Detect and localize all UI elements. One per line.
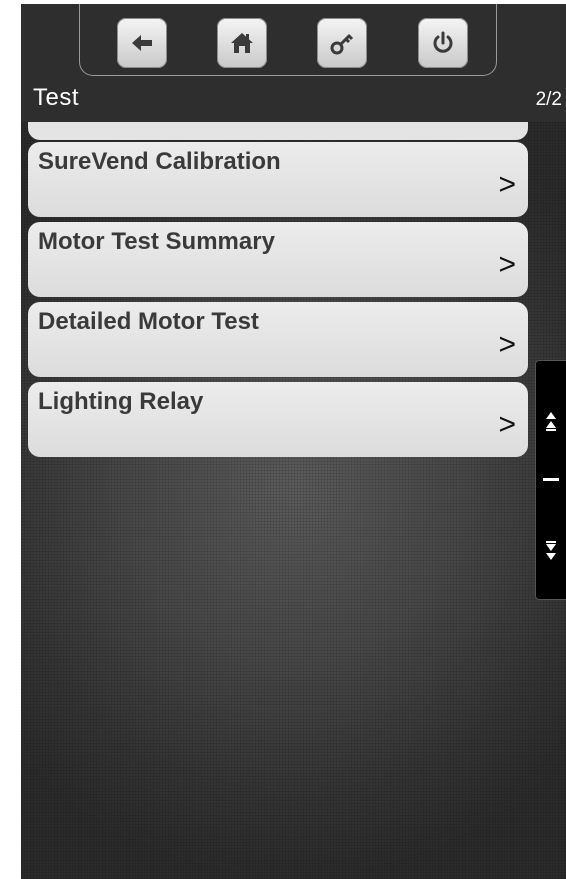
- power-button[interactable]: [418, 18, 468, 68]
- menu-item-partial[interactable]: [28, 122, 528, 140]
- page-title: Test: [33, 84, 80, 111]
- menu-item-surevend-calibration[interactable]: SureVend Calibration >: [28, 142, 528, 217]
- double-chevron-down-icon: [546, 541, 556, 560]
- menu-item-label: Detailed Motor Test: [38, 308, 259, 335]
- arrow-left-icon: [132, 35, 152, 51]
- menu-item-label: SureVend Calibration: [38, 148, 281, 175]
- scrollbar[interactable]: [535, 360, 566, 600]
- menu-item-label: Motor Test Summary: [38, 228, 275, 255]
- menu-list-viewport: SureVend Calibration > Motor Test Summar…: [28, 122, 528, 462]
- scroll-up-button[interactable]: [536, 401, 566, 441]
- top-bar: Test 2/2: [21, 4, 566, 122]
- chevron-right-icon: >: [498, 248, 516, 281]
- key-icon: [330, 33, 354, 55]
- menu-item-motor-test-summary[interactable]: Motor Test Summary >: [28, 222, 528, 297]
- double-chevron-up-icon: [546, 412, 556, 431]
- chevron-right-icon: >: [498, 408, 516, 441]
- power-icon: [433, 31, 453, 53]
- chevron-right-icon: >: [498, 168, 516, 201]
- menu-item-label: Lighting Relay: [38, 388, 204, 415]
- scroll-down-button[interactable]: [536, 531, 566, 571]
- device-screen: Test 2/2 SureVend Calibration > Motor Te…: [21, 4, 566, 879]
- menu-item-detailed-motor-test[interactable]: Detailed Motor Test >: [28, 302, 528, 377]
- home-button[interactable]: [217, 18, 267, 68]
- home-icon: [231, 33, 253, 53]
- menu-item-lighting-relay[interactable]: Lighting Relay >: [28, 382, 528, 457]
- key-button[interactable]: [317, 18, 367, 68]
- page-indicator: 2/2: [535, 89, 562, 110]
- scroll-thumb[interactable]: [543, 478, 559, 481]
- chevron-right-icon: >: [498, 328, 516, 361]
- back-button[interactable]: [117, 18, 167, 68]
